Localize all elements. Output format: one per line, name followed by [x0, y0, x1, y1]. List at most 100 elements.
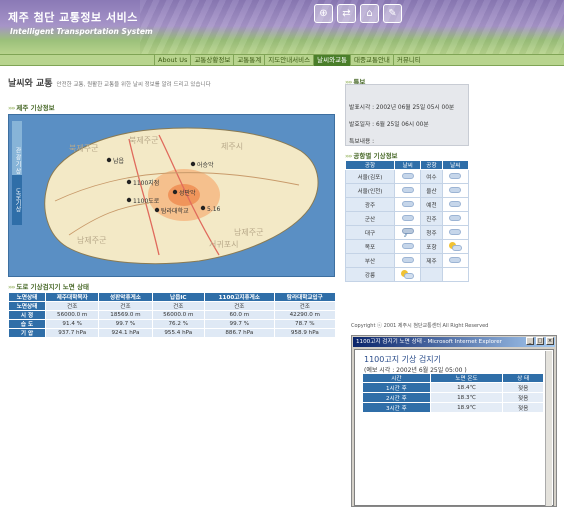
airport-weather — [441, 169, 470, 184]
station-label: 납읍 — [113, 157, 125, 165]
table-row: 목포 포항 — [345, 239, 470, 254]
popup-window[interactable]: 1100고지 검지기 노면 상태 - Microsoft Internet Ex… — [351, 335, 557, 507]
road-table-cell: 60.0 m — [204, 310, 275, 320]
table-row: 부산 제주 — [345, 253, 470, 268]
station-marker-icon[interactable] — [106, 157, 112, 163]
popup-table-cell: 젖음 — [502, 392, 544, 403]
jeju-weather-map[interactable]: 북제주군 북제주군 남제주군 남제주군 제주시 서귀포시 납읍 어승악 1100지점 성판악 탐라… — [8, 114, 335, 277]
road-table-cell: 건조 — [98, 301, 153, 311]
nav-item[interactable]: 교통상황정보 — [190, 55, 233, 66]
traffic-icon[interactable]: ⇄ — [337, 4, 356, 23]
airport-name: 광주 — [345, 197, 395, 212]
airport-weather — [441, 253, 470, 268]
page-title-text: 날씨와 교통 — [8, 79, 53, 89]
popup-scrollbar[interactable] — [545, 351, 552, 506]
airport-name: 서울(김포) — [345, 169, 395, 184]
airport-name — [420, 267, 443, 282]
airport-weather — [441, 211, 470, 226]
nav-item[interactable]: 교통통계 — [233, 55, 264, 66]
road-table-cell: 56000.0 m — [45, 310, 100, 320]
table-row: 시 정 56000.0 m 18569.0 m 56000.0 m 60.0 m 4229… — [7, 310, 337, 320]
map-region-label: 북제주군 — [69, 144, 98, 153]
airport-header-cell: 공항 — [345, 160, 395, 170]
popup-table-header: 시간 노면 온도 상 태 — [362, 373, 544, 383]
map-region-label: 서귀포시 — [209, 239, 238, 249]
popup-table-cell: 18.9℃ — [429, 402, 504, 413]
nav-item[interactable]: About Us — [154, 55, 190, 66]
nav-item[interactable]: 날씨와교통 — [313, 55, 351, 66]
popup-table-body: 1시간 후 18.4℃ 젖음 2시간 후 18.3℃ 젖음 3시간 후 18.9℃ 젖음 — [362, 382, 544, 413]
minimize-button[interactable]: _ — [526, 337, 534, 345]
map-graphic: 북제주군북제주군남제주군남제주군제주시서귀포시 납읍어승악1100지점성판악탐라… — [44, 127, 319, 265]
airport-name: 예천 — [420, 197, 443, 212]
map-region-label: 제주시 — [221, 142, 243, 151]
airport-weather — [441, 197, 470, 212]
site-subtitle: Intelligent Transportation System — [10, 27, 153, 36]
road-section-title: »» 도로 기상검지기 노면 상태 — [8, 283, 89, 291]
nav-item[interactable]: 커뮤니티 — [392, 55, 424, 66]
airport-weather — [393, 211, 422, 226]
station-marker-icon[interactable] — [172, 189, 178, 195]
header-icons: ⊕ ⇄ ⌂ ✎ — [314, 4, 402, 23]
road-table-header-cell: 탐라대학교입구 — [273, 292, 337, 302]
map-tab-road[interactable]: 도로기상 — [12, 175, 22, 225]
airport-name: 서울(인천) — [345, 183, 395, 198]
road-table-header-cell: 납읍IC — [151, 292, 206, 302]
popup-time-cell: 1시간 후 — [362, 382, 431, 393]
maximize-button[interactable]: □ — [536, 337, 544, 345]
notice-icon[interactable]: ✎ — [383, 4, 402, 23]
cloud-icon — [449, 201, 462, 208]
cloud-icon — [401, 201, 414, 208]
forecast-content: 특보내용 : — [349, 139, 375, 145]
airport-name: 부산 — [345, 253, 395, 268]
cloud-icon — [449, 173, 462, 180]
table-row: 강릉 — [345, 267, 470, 282]
station-marker-icon[interactable] — [190, 161, 196, 167]
road-table-cell: 건조 — [151, 301, 206, 311]
table-row: 2시간 후 18.3℃ 젖음 — [362, 392, 544, 403]
road-table-cell: 99.7 % — [98, 319, 153, 329]
airport-weather — [441, 183, 470, 198]
cloud-icon — [449, 257, 462, 264]
table-row: 군산 진주 — [345, 211, 470, 226]
airport-table-header: 공항 날씨 공항 날씨 — [345, 160, 470, 170]
main-nav: About Us 교통상황정보 교통통계 지도안내서비스 날씨와교통 대중교통안내 커뮤니티 — [0, 54, 564, 66]
road-table-cell: 924.1 hPa — [98, 328, 153, 338]
airport-weather — [393, 197, 422, 212]
close-button[interactable]: × — [546, 337, 554, 345]
airport-header-cell: 날씨 — [441, 160, 470, 170]
site-header: 제주 첨단 교통정보 서비스 Intelligent Transportatio… — [0, 0, 564, 54]
station-marker-icon[interactable] — [126, 197, 132, 203]
car-icon[interactable]: ⌂ — [360, 4, 379, 23]
weather-section-title: »» 제주 기상정보 — [8, 104, 55, 112]
airport-name: 여수 — [420, 169, 443, 184]
road-table-cell: 18569.0 m — [98, 310, 153, 320]
cloud-icon — [449, 215, 462, 222]
road-table-cell: 76.2 % — [151, 319, 206, 329]
cloud-icon — [401, 257, 414, 264]
popup-header-cell: 시간 — [362, 373, 431, 383]
popup-time-cell: 2시간 후 — [362, 392, 431, 403]
station-label: 탐라대학교 — [161, 207, 189, 215]
table-row: 3시간 후 18.9℃ 젖음 — [362, 402, 544, 413]
page-title: 날씨와 교통 안전한 교통, 원활한 교통을 위한 날씨 정보를 알려 드리고 … — [8, 76, 211, 89]
page-description: 안전한 교통, 원활한 교통을 위한 날씨 정보를 알려 드리고 있습니다 — [56, 82, 211, 88]
table-row: 노면상태 건조 건조 건조 건조 건조 — [7, 301, 337, 311]
nav-item[interactable]: 대중교통안내 — [350, 55, 393, 66]
station-marker-icon[interactable] — [200, 205, 206, 211]
road-table-cell: 886.7 hPa — [204, 328, 275, 338]
station-marker-icon[interactable] — [126, 179, 132, 185]
popup-table-cell: 18.3℃ — [429, 392, 504, 403]
airport-section-title: »» 공항별 기상정보 — [345, 152, 398, 160]
popup-titlebar[interactable]: 1100고지 검지기 노면 상태 - Microsoft Internet Ex… — [353, 337, 555, 347]
airport-name: 군산 — [345, 211, 395, 226]
nav-item[interactable]: 지도안내서비스 — [264, 55, 313, 66]
road-table-header: 노면상태 제주대학목자 성판악휴게소 납읍IC 1100고지휴게소 탐라대학교입구 — [7, 292, 337, 302]
road-table-cell: 78.7 % — [273, 319, 337, 329]
table-row: 광주 예천 — [345, 197, 470, 212]
station-marker-icon[interactable] — [154, 207, 160, 213]
weather-section-label: 제주 기상정보 — [16, 104, 55, 112]
road-table-body: 노면상태 건조 건조 건조 건조 건조 시 정 56000.0 m 18569.0 m 56000… — [7, 301, 337, 338]
cloud-icon — [449, 187, 462, 194]
map-icon[interactable]: ⊕ — [314, 4, 333, 23]
